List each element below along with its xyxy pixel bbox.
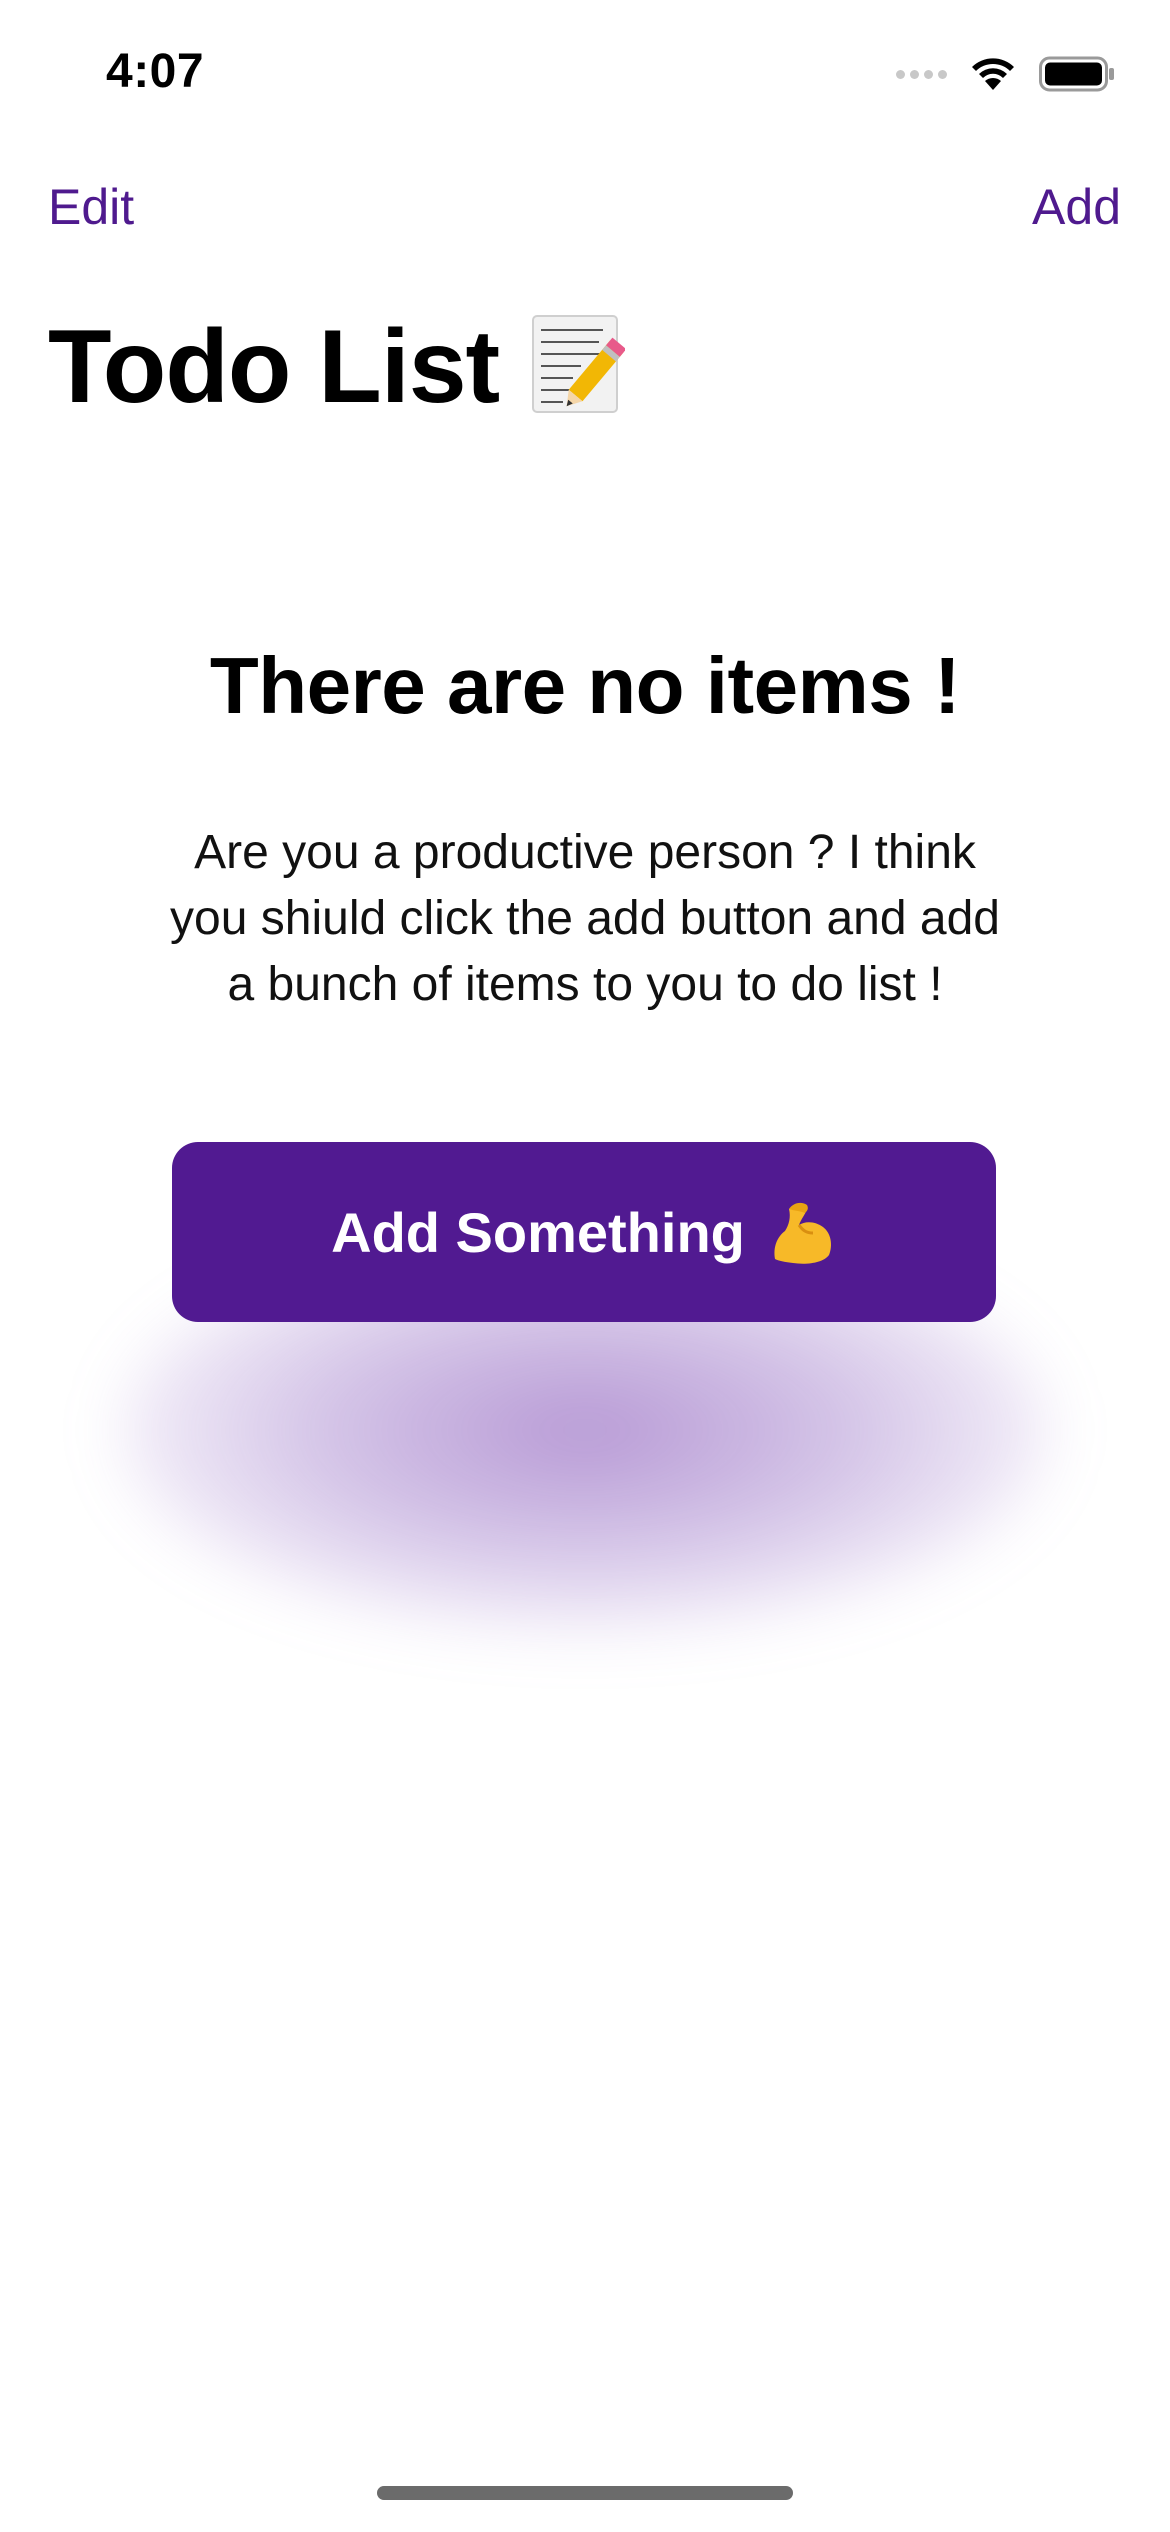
status-time: 4:07: [106, 45, 205, 98]
home-indicator[interactable]: [377, 2486, 793, 2500]
title-row: Todo List: [48, 308, 627, 425]
add-button[interactable]: Add: [1032, 178, 1121, 236]
add-something-button[interactable]: Add Something: [172, 1142, 996, 1322]
memo-icon: [529, 312, 627, 421]
screen: 4:07 Edit Add Todo List There are no ite…: [0, 0, 1170, 2532]
flexed-biceps-icon: [767, 1197, 837, 1267]
edit-button[interactable]: Edit: [48, 178, 134, 236]
add-something-label: Add Something: [331, 1200, 745, 1264]
wifi-icon: [969, 56, 1017, 92]
empty-state-heading: There are no items !: [209, 641, 961, 730]
cellular-signal-icon: [896, 69, 947, 79]
battery-icon: [1039, 56, 1115, 92]
empty-state-message: Are you a productive person ? I think yo…: [170, 826, 1000, 1011]
status-icons: [896, 52, 1115, 96]
page-title: Todo List: [48, 308, 500, 425]
status-bar: 4:07: [0, 0, 1170, 150]
